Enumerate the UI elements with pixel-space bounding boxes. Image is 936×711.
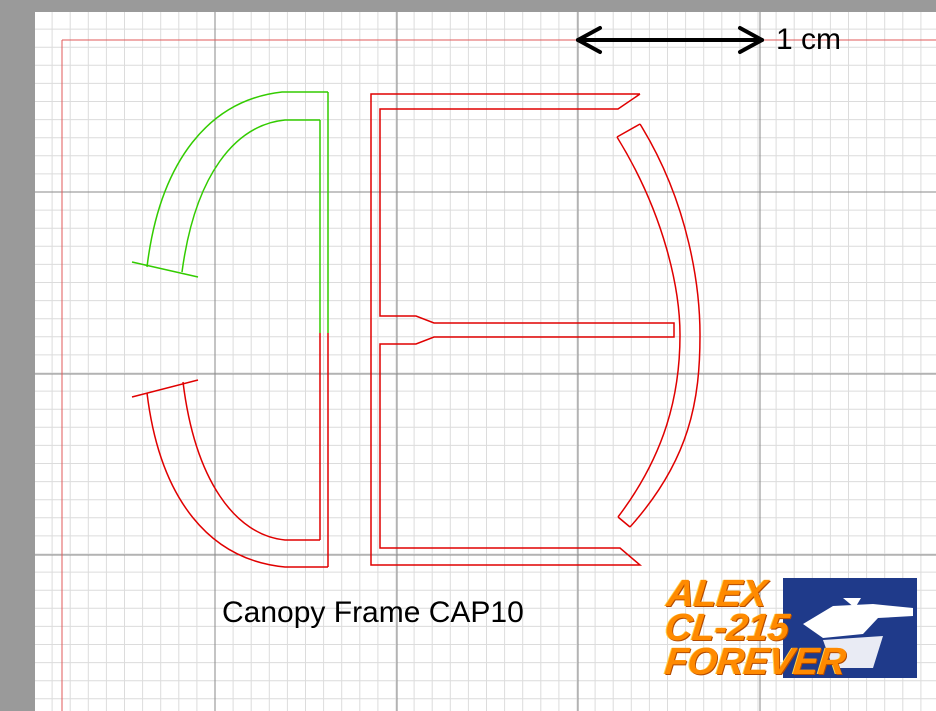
logo-line-3: FOREVER bbox=[662, 641, 848, 683]
alex-cl215-logo: ALEX CL-215 FOREVER bbox=[662, 573, 917, 683]
drawing-caption: Canopy Frame CAP10 bbox=[222, 596, 524, 629]
scale-label: 1 cm bbox=[776, 23, 842, 56]
